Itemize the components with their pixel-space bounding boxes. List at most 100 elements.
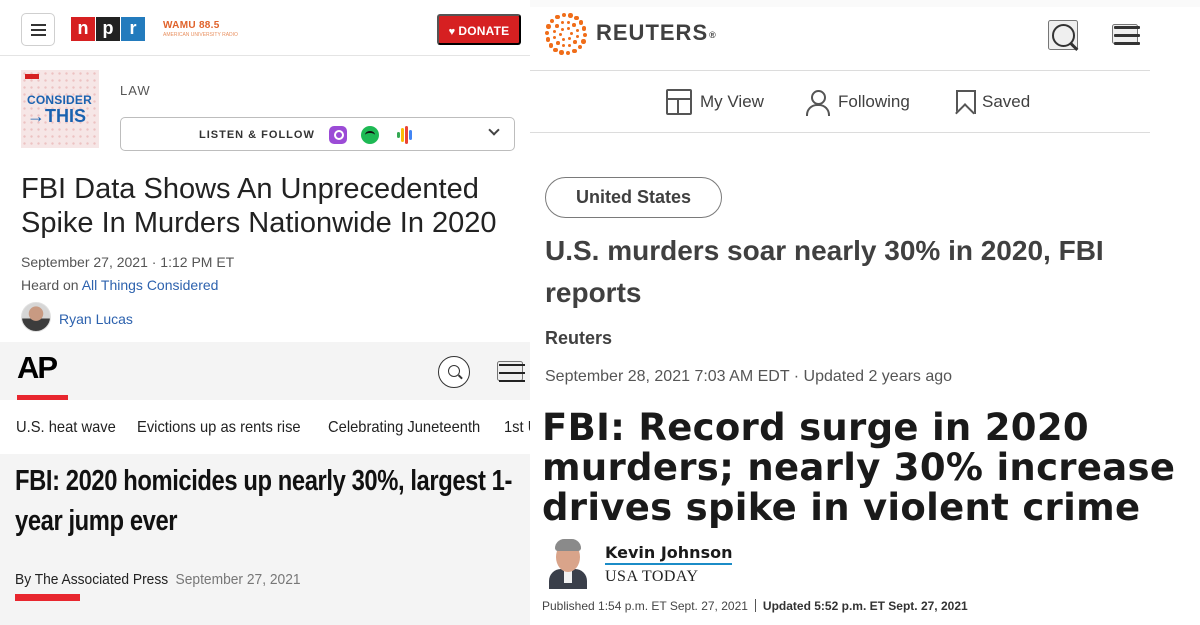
trending-item[interactable]: 1st U bbox=[504, 419, 530, 437]
logo-dot bbox=[566, 20, 571, 25]
logo-dot bbox=[581, 39, 586, 44]
logo-dot bbox=[560, 20, 565, 25]
menu-line bbox=[499, 380, 525, 382]
bookmark-icon bbox=[954, 89, 976, 115]
nav-label: Saved bbox=[982, 92, 1031, 111]
npr-mini-logo bbox=[25, 74, 39, 79]
logo-dot bbox=[545, 37, 551, 42]
byline-author: By The Associated Press bbox=[15, 571, 169, 588]
nav-saved[interactable]: Saved bbox=[954, 88, 1030, 116]
headline: FBI: 2020 homicides up nearly 30%, large… bbox=[15, 461, 512, 541]
outlet-name: USA TODAY bbox=[605, 568, 699, 585]
logo-dot bbox=[552, 35, 557, 40]
nav-label: My View bbox=[700, 92, 764, 111]
logo-dot bbox=[560, 27, 564, 31]
publish-date: September 28, 2021 7:03 AM EDT · Updated… bbox=[545, 368, 953, 385]
menu-icon-line bbox=[31, 29, 46, 31]
menu-icon-line bbox=[31, 34, 46, 36]
logo-dot bbox=[575, 28, 580, 33]
nav-following[interactable]: Following bbox=[804, 88, 910, 116]
logo-dot bbox=[582, 32, 588, 38]
logo-dot bbox=[577, 44, 583, 50]
npr-header: n p r WAMU 88.5 AMERICAN UNIVERSITY RADI… bbox=[0, 0, 530, 56]
section-label[interactable]: LAW bbox=[120, 84, 151, 98]
npr-article-panel: n p r WAMU 88.5 AMERICAN UNIVERSITY RADI… bbox=[0, 0, 530, 342]
nav-my-view[interactable]: My View bbox=[666, 88, 764, 116]
author-avatar[interactable] bbox=[21, 302, 51, 332]
logo-dot bbox=[578, 20, 584, 25]
logo-dot bbox=[555, 24, 559, 28]
station-tagline: AMERICAN UNIVERSITY RADIO bbox=[163, 32, 238, 38]
search-icon[interactable] bbox=[438, 356, 470, 388]
logo-dot bbox=[561, 12, 567, 18]
menu-line bbox=[499, 364, 525, 366]
trending-nav: U.S. heat wave Evictions up as rents ris… bbox=[0, 402, 530, 454]
search-icon[interactable] bbox=[1048, 20, 1078, 50]
station-logo[interactable]: WAMU 88.5 AMERICAN UNIVERSITY RADIO bbox=[163, 20, 238, 38]
logo-dot bbox=[568, 13, 573, 18]
reuters-brand[interactable]: REUTERS® bbox=[596, 20, 717, 46]
headline-text: FBI: 2020 homicides up nearly 30%, large… bbox=[15, 465, 512, 537]
listen-follow-label: LISTEN & FOLLOW bbox=[199, 129, 315, 141]
published-time: Published 1:54 p.m. ET Sept. 27, 2021 bbox=[542, 599, 748, 613]
headline: FBI: Record surge in 2020 murders; nearl… bbox=[542, 406, 1176, 529]
logo-dot bbox=[575, 34, 580, 39]
timestamps: Published 1:54 p.m. ET Sept. 27, 2021 Upd… bbox=[542, 599, 968, 613]
menu-line bbox=[1114, 42, 1140, 45]
author-link[interactable]: Kevin Johnson bbox=[605, 544, 733, 565]
accent-bar bbox=[15, 594, 80, 601]
logo-dot bbox=[572, 23, 576, 27]
logo-dot bbox=[566, 26, 570, 30]
menu-icon[interactable] bbox=[497, 361, 525, 382]
heart-icon: ♥ bbox=[448, 26, 456, 38]
listen-follow-dropdown[interactable]: LISTEN & FOLLOW bbox=[120, 117, 515, 151]
logo-dot bbox=[555, 14, 560, 20]
trending-item[interactable]: Celebrating Juneteenth bbox=[328, 419, 480, 437]
separator bbox=[754, 599, 756, 612]
npr-logo-n: n bbox=[71, 17, 95, 41]
ap-article-panel: AP U.S. heat wave Evictions up as rents … bbox=[0, 342, 530, 625]
menu-line bbox=[1114, 26, 1140, 29]
trending-item[interactable]: U.S. heat wave bbox=[16, 419, 116, 437]
author-avatar[interactable] bbox=[548, 539, 588, 589]
author-link[interactable]: Ryan Lucas bbox=[59, 311, 133, 327]
byline: By The Associated Press September 27, 202… bbox=[15, 571, 301, 589]
publish-date: September 27, 2021 · 1:12 PM ET bbox=[21, 254, 235, 270]
layout-icon bbox=[666, 89, 692, 115]
headline: FBI Data Shows An Unprecedented Spike In… bbox=[21, 173, 497, 239]
donate-button[interactable]: ♥ DONATE bbox=[437, 14, 521, 45]
show-link[interactable]: All Things Considered bbox=[82, 277, 219, 293]
podcast-artwork[interactable]: CONSIDER →THIS bbox=[21, 70, 99, 148]
topic-tag[interactable]: United States bbox=[545, 177, 722, 218]
heard-on: Heard on All Things Considered bbox=[21, 277, 218, 293]
nav-label: Following bbox=[838, 92, 910, 111]
donate-label: DONATE bbox=[458, 24, 510, 38]
reuters-logo-icon[interactable] bbox=[544, 12, 588, 56]
ap-logo-underline bbox=[17, 395, 68, 400]
trending-item[interactable]: Evictions up as rents rise bbox=[137, 419, 301, 437]
chevron-down-icon bbox=[488, 124, 500, 136]
usatoday-article-panel: FBI: Record surge in 2020 murders; nearl… bbox=[530, 400, 1200, 625]
menu-icon[interactable] bbox=[1112, 24, 1140, 45]
reuters-article-panel: REUTERS® My View Following Saved United … bbox=[530, 0, 1200, 400]
google-podcasts-icon[interactable] bbox=[396, 126, 414, 144]
logo-dot bbox=[567, 43, 572, 48]
brand-name: REUTERS bbox=[596, 20, 709, 45]
updated-time: Updated 5:52 p.m. ET Sept. 27, 2021 bbox=[762, 599, 968, 613]
source-label: Reuters bbox=[545, 328, 613, 348]
spotify-icon[interactable] bbox=[361, 126, 379, 144]
apple-podcasts-icon[interactable] bbox=[329, 126, 347, 144]
logo-dot bbox=[558, 33, 562, 37]
npr-logo[interactable]: n p r bbox=[71, 17, 145, 41]
npr-logo-p: p bbox=[96, 17, 120, 41]
logo-dot bbox=[559, 50, 564, 55]
logo-dot bbox=[548, 43, 554, 48]
logo-dot bbox=[574, 15, 579, 21]
npr-menu-button[interactable] bbox=[21, 13, 55, 46]
menu-icon bbox=[31, 24, 46, 26]
heard-on-prefix: Heard on bbox=[21, 277, 82, 293]
logo-dot bbox=[581, 26, 587, 31]
ap-logo[interactable]: AP bbox=[17, 350, 58, 386]
npr-logo-r: r bbox=[121, 17, 145, 41]
logo-dot bbox=[562, 38, 566, 42]
